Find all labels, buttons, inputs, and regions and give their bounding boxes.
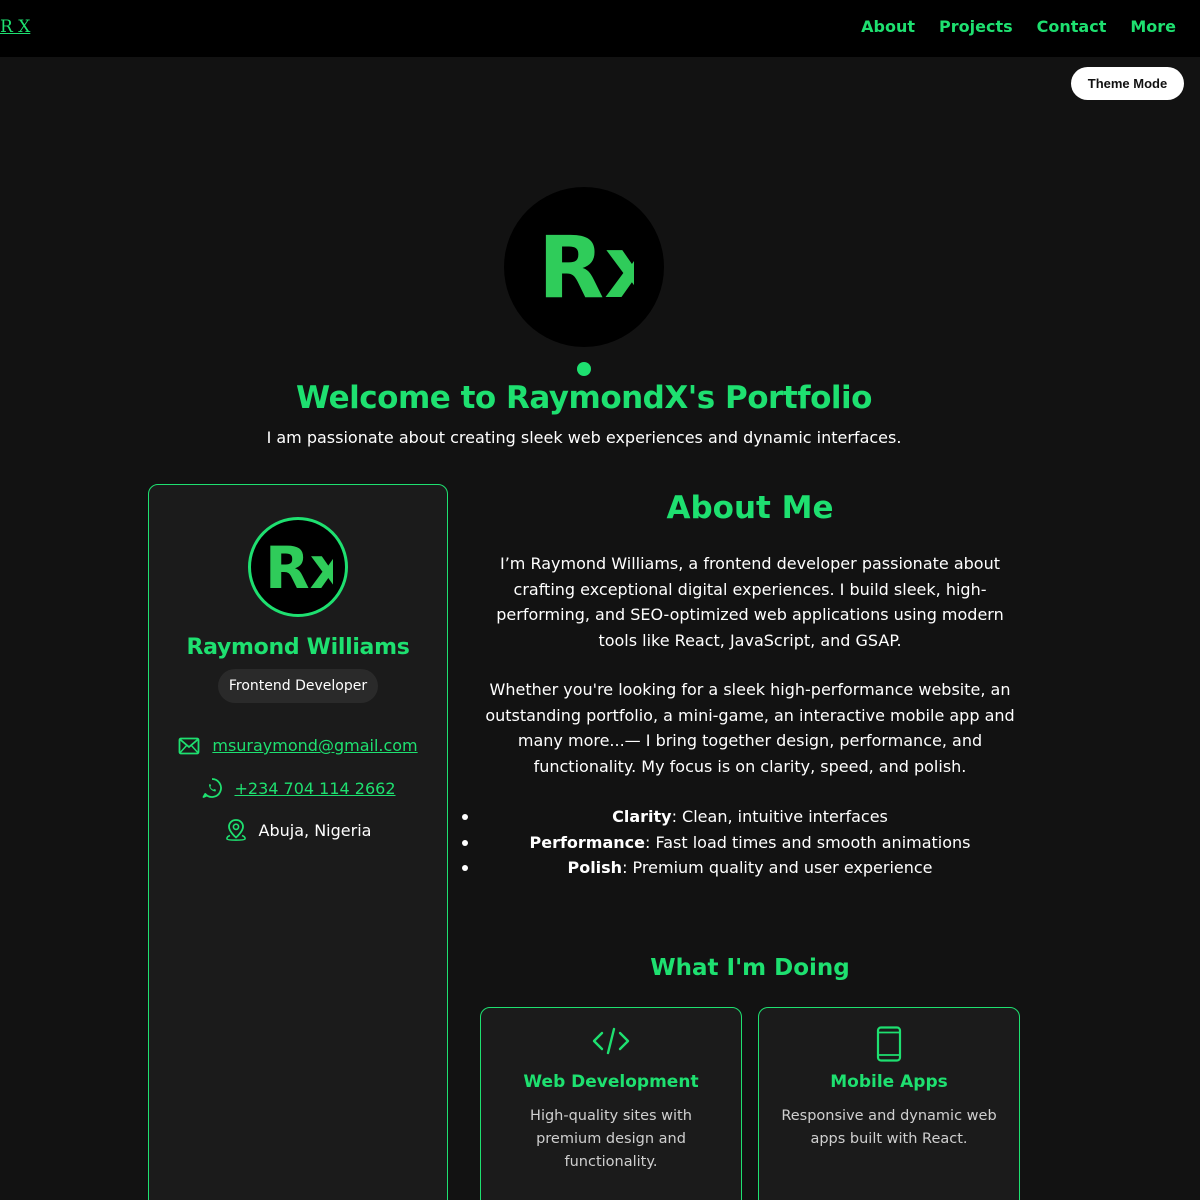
- contact-email-row: msuraymond@gmail.com: [149, 736, 447, 755]
- mail-icon: [178, 737, 200, 754]
- theme-mode-button[interactable]: Theme Mode: [1071, 67, 1184, 100]
- location-text: Abuja, Nigeria: [258, 820, 372, 840]
- code-icon: [592, 1027, 630, 1055]
- location-pin-icon: [225, 819, 246, 841]
- contact-location-row: Abuja, Nigeria: [149, 818, 447, 842]
- nav-about[interactable]: About: [861, 17, 915, 36]
- about-paragraph: I’m Raymond Williams, a frontend develop…: [496, 554, 1004, 650]
- top-navbar: R X About Projects Contact More: [0, 0, 1200, 57]
- page-title: Welcome to RaymondX's Portfolio: [296, 380, 872, 416]
- role-badge: Frontend Developer: [218, 669, 378, 703]
- about-title: About Me: [666, 490, 834, 526]
- about-paragraph: Whether you're looking for a sleek high-…: [485, 680, 1015, 776]
- nav-more[interactable]: More: [1130, 17, 1176, 36]
- focus-list: Clarity: Clean, intuitive interfaces Per…: [448, 804, 1052, 881]
- phone-link[interactable]: +234 704 114 2662: [235, 779, 396, 798]
- svg-text:Rx: Rx: [538, 218, 634, 317]
- list-item-term: Polish: [567, 858, 623, 877]
- status-dot: [577, 362, 591, 376]
- list-item-term: Clarity: [612, 807, 672, 826]
- rx-logo-icon: Rx: [538, 218, 634, 317]
- email-link[interactable]: msuraymond@gmail.com: [212, 736, 417, 755]
- list-item-term: Performance: [529, 832, 645, 852]
- service-description: Responsive and dynamic web apps built wi…: [781, 1108, 997, 1147]
- hero-logo: Rx: [504, 187, 664, 347]
- list-item-text: : Fast load times and smooth animations: [645, 832, 971, 852]
- service-title: Mobile Apps: [830, 1072, 948, 1092]
- service-title: Web Development: [523, 1072, 699, 1092]
- list-item: Polish: Premium quality and user experie…: [448, 855, 1052, 881]
- list-item: Performance: Fast load times and smooth …: [448, 830, 1052, 856]
- profile-card: Rx Raymond Williams Frontend Developer m…: [148, 484, 448, 1200]
- nav-projects[interactable]: Projects: [939, 17, 1013, 36]
- contact-phone-row: +234 704 114 2662: [149, 777, 447, 799]
- doing-title: What I'm Doing: [650, 955, 850, 981]
- list-item-text: : Clean, intuitive interfaces: [671, 807, 888, 826]
- list-item-text: : Premium quality and user experience: [622, 858, 933, 877]
- rx-avatar-icon: Rx: [265, 534, 333, 602]
- service-card-web: Web Development High-quality sites with …: [480, 1007, 742, 1200]
- svg-text:Rx: Rx: [265, 534, 333, 602]
- brand-link[interactable]: R X: [0, 17, 30, 37]
- whatsapp-icon: [202, 778, 222, 798]
- nav-contact[interactable]: Contact: [1037, 17, 1107, 36]
- service-description: High-quality sites with premium design a…: [530, 1108, 692, 1170]
- profile-name: Raymond Williams: [186, 635, 410, 660]
- avatar: Rx: [248, 517, 348, 617]
- mobile-icon: [876, 1026, 902, 1062]
- list-item: Clarity: Clean, intuitive interfaces: [448, 804, 1052, 830]
- page-subtitle: I am passionate about creating sleek web…: [266, 428, 902, 447]
- main-nav: About Projects Contact More: [861, 17, 1176, 36]
- service-card-mobile: Mobile Apps Responsive and dynamic web a…: [758, 1007, 1020, 1200]
